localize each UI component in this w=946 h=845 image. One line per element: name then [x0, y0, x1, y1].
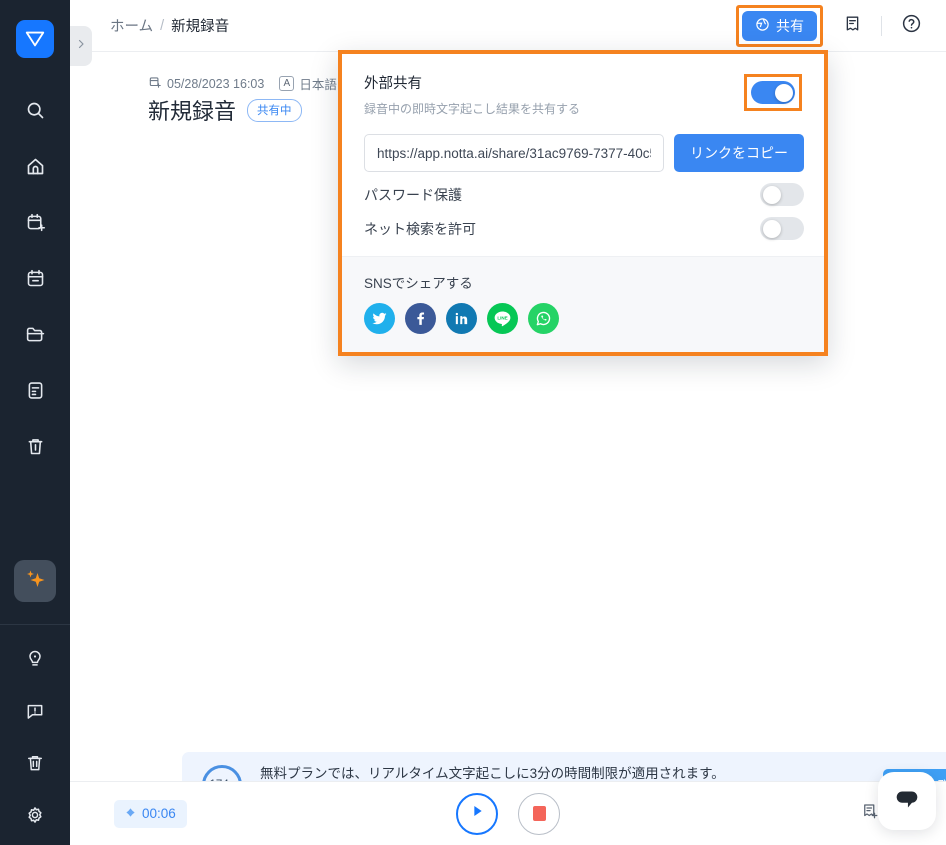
- share-popup-highlight: 外部共有 録音中の即時文字起こし結果を共有する リンクをコピー パスワード保護: [338, 50, 828, 356]
- elapsed-time-chip: 00:06: [114, 799, 187, 828]
- sidebar-collapse-button[interactable]: [70, 26, 92, 66]
- sidebar-item-search[interactable]: [11, 88, 59, 132]
- help-circle-icon: [901, 13, 922, 39]
- gear-icon: [25, 805, 45, 825]
- sns-share-section: SNSでシェアする LINE: [342, 256, 824, 352]
- document-meta: 05/28/2023 16:03 A 日本語: [148, 74, 337, 93]
- breadcrumb-current: 新規録音: [171, 19, 230, 35]
- globe-share-icon: [755, 17, 770, 35]
- notes-button[interactable]: [835, 9, 869, 43]
- toggle-knob: [774, 83, 793, 102]
- linkedin-share-icon[interactable]: [446, 303, 477, 334]
- sidebar-item-settings[interactable]: [11, 793, 59, 837]
- password-protection-label: パスワード保護: [364, 186, 462, 203]
- share-popup: 外部共有 録音中の即時文字起こし結果を共有する リンクをコピー パスワード保護: [342, 54, 824, 352]
- line-share-icon[interactable]: LINE: [487, 303, 518, 334]
- external-share-text: 外部共有 録音中の即時文字起こし結果を共有する: [364, 72, 744, 117]
- calendar-icon: [25, 268, 46, 289]
- app-root: ホーム / 新規録音 共有 05/28/2023 16:03 A 日本語 新規録…: [0, 0, 946, 845]
- share-button-highlight: 共有: [736, 4, 823, 47]
- web-search-row: ネット検索を許可: [364, 206, 804, 240]
- breadcrumb-home[interactable]: ホーム: [110, 15, 153, 36]
- search-icon: [25, 100, 46, 121]
- diamond-icon: [125, 806, 136, 821]
- share-link-input[interactable]: [364, 134, 664, 172]
- twitter-share-icon[interactable]: [364, 303, 395, 334]
- share-button[interactable]: 共有: [742, 10, 817, 41]
- feedback-icon: [25, 701, 45, 721]
- language-icon: A: [279, 76, 295, 91]
- sns-icon-list: LINE: [364, 303, 802, 334]
- header-actions: 共有: [736, 4, 946, 47]
- header-divider: [881, 15, 882, 36]
- sparkle-icon: [23, 567, 47, 596]
- notta-logo-icon[interactable]: [16, 20, 54, 58]
- trash-icon: [25, 436, 46, 457]
- add-note-icon: [861, 802, 879, 825]
- calendar-plus-icon: [25, 212, 46, 233]
- facebook-share-icon[interactable]: [405, 303, 436, 334]
- web-search-label: ネット検索を許可: [364, 220, 476, 237]
- home-icon: [25, 156, 46, 177]
- external-share-toggle[interactable]: [751, 81, 795, 104]
- password-protection-toggle[interactable]: [760, 183, 804, 206]
- transport-controls: [456, 792, 560, 835]
- chevron-right-icon: [75, 37, 87, 55]
- sidebar-item-calendar[interactable]: [11, 256, 59, 300]
- sidebar-item-trash-main[interactable]: [11, 424, 59, 468]
- sidebar-item-folder[interactable]: [11, 312, 59, 356]
- elapsed-time-value: 00:06: [142, 806, 176, 821]
- password-protection-row: パスワード保護: [364, 172, 804, 206]
- svg-text:LINE: LINE: [497, 315, 507, 320]
- stop-button[interactable]: [518, 792, 560, 835]
- sidebar-nav: [11, 88, 59, 480]
- sns-share-title: SNSでシェアする: [364, 276, 473, 291]
- play-icon: [469, 803, 485, 824]
- status-badge: 共有中: [247, 98, 302, 122]
- chat-widget-button[interactable]: [878, 772, 936, 830]
- copy-link-button[interactable]: リンクをコピー: [674, 134, 804, 172]
- share-popup-body: 外部共有 録音中の即時文字起こし結果を共有する リンクをコピー パスワード保護: [342, 54, 824, 256]
- notes-icon: [843, 14, 862, 38]
- external-share-toggle-highlight: [744, 74, 802, 111]
- external-share-subtitle: 録音中の即時文字起こし結果を共有する: [364, 102, 581, 116]
- breadcrumb: ホーム / 新規録音: [110, 15, 229, 36]
- calendar-small-icon: [148, 75, 162, 92]
- document-list-icon: [25, 380, 46, 401]
- sidebar-item-home[interactable]: [11, 144, 59, 188]
- sidebar-item-new-recording[interactable]: [11, 200, 59, 244]
- external-share-row: 外部共有 録音中の即時文字起こし結果を共有する: [364, 72, 804, 117]
- breadcrumb-separator: /: [160, 17, 165, 34]
- sidebar-item-feedback[interactable]: [11, 689, 59, 733]
- sidebar-item-templates[interactable]: [11, 368, 59, 412]
- header: ホーム / 新規録音 共有: [70, 0, 946, 52]
- share-link-row: リンクをコピー: [364, 134, 804, 172]
- folder-icon: [25, 324, 46, 345]
- sidebar-item-tips[interactable]: [11, 637, 59, 681]
- document-title-row: 新規録音 共有中: [148, 94, 302, 126]
- lightbulb-pin-icon: [25, 649, 45, 669]
- web-search-toggle[interactable]: [760, 217, 804, 240]
- document-language[interactable]: 日本語: [299, 74, 337, 93]
- sidebar-bottom-nav: [11, 625, 59, 845]
- sidebar: [0, 0, 70, 845]
- trash-icon: [25, 753, 45, 773]
- document-date-group: 05/28/2023 16:03: [148, 75, 264, 92]
- whatsapp-share-icon[interactable]: [528, 303, 559, 334]
- chat-bubble-icon: [892, 784, 922, 819]
- sidebar-item-trash[interactable]: [11, 741, 59, 785]
- toggle-knob: [762, 185, 781, 204]
- external-share-title: 外部共有: [364, 76, 422, 92]
- stop-icon: [532, 806, 546, 821]
- control-bar: 00:06: [70, 781, 946, 845]
- help-button[interactable]: [894, 9, 928, 43]
- sidebar-ai-button[interactable]: [14, 560, 56, 602]
- toggle-knob: [762, 219, 781, 238]
- share-button-label: 共有: [776, 17, 804, 34]
- document-date: 05/28/2023 16:03: [167, 76, 265, 91]
- document-language-group: A 日本語: [279, 74, 337, 93]
- play-button[interactable]: [456, 792, 498, 835]
- page-title[interactable]: 新規録音: [148, 94, 236, 126]
